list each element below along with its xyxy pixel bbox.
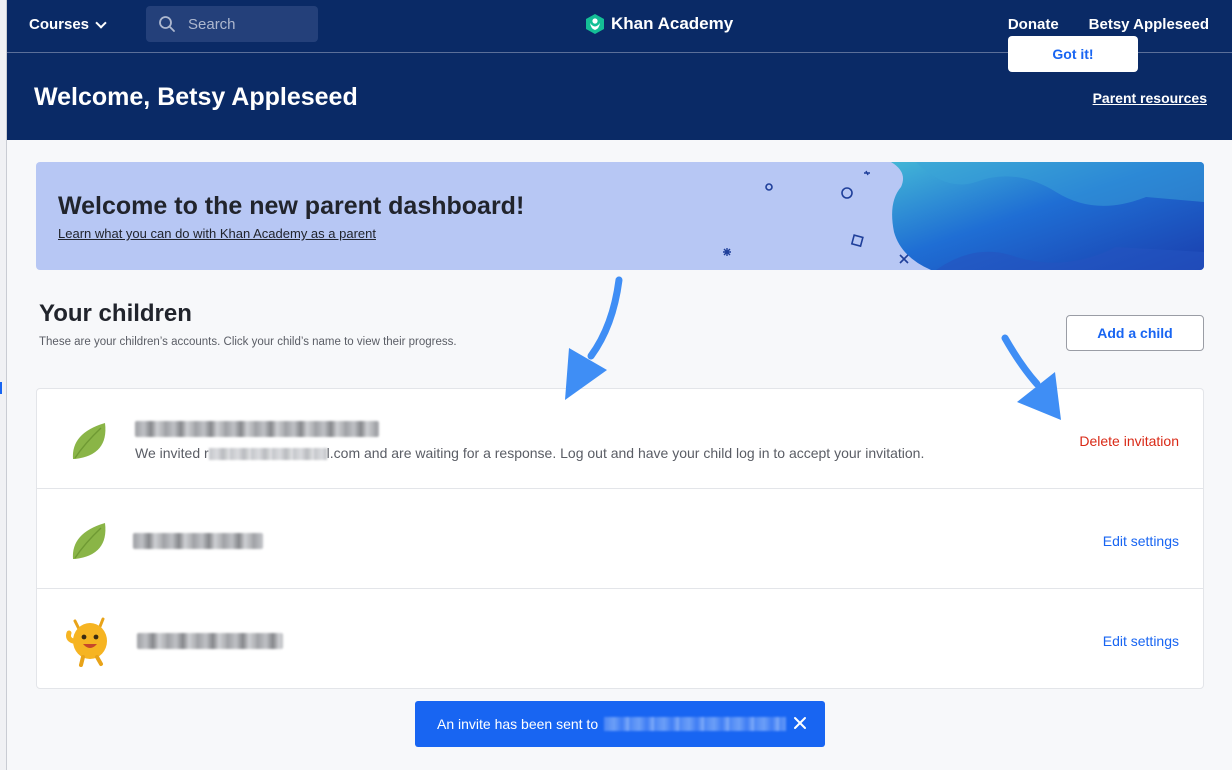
child-row[interactable]: Edit settings [37, 589, 1203, 689]
window-edge-marker [0, 382, 2, 394]
redacted-email [208, 448, 327, 461]
children-section-title: Your children [39, 300, 192, 327]
parent-resources-link[interactable]: Parent resources [1093, 90, 1207, 106]
banner-title: Welcome to the new parent dashboard! [58, 192, 525, 220]
children-section-subtitle: These are your children’s accounts. Clic… [39, 336, 457, 348]
chevron-down-icon [95, 16, 107, 29]
leaf-avatar-icon [72, 523, 106, 559]
search-icon [159, 16, 175, 32]
donate-link[interactable]: Donate [1008, 16, 1059, 33]
redacted-child-name [133, 533, 263, 549]
page-title: Welcome, Betsy Appleseed [34, 83, 358, 111]
search-input[interactable] [188, 15, 298, 33]
khan-academy-logo[interactable]: Khan Academy [585, 13, 733, 35]
courses-label: Courses [29, 16, 90, 33]
banner-illustration [723, 162, 1204, 270]
welcome-banner: Welcome to the new parent dashboard! Lea… [36, 162, 1204, 270]
courses-menu[interactable]: Courses [29, 16, 107, 33]
invite-message: We invited r l.com and are waiting for a … [135, 445, 924, 461]
logo-text: Khan Academy [611, 14, 734, 33]
toast-message: An invite has been sent to [437, 716, 599, 732]
add-child-button[interactable]: Add a child [1066, 315, 1204, 351]
redacted-email [604, 717, 787, 731]
invite-sent-toast: An invite has been sent to [415, 701, 825, 747]
leaf-avatar-icon [72, 423, 106, 459]
children-list: We invited r l.com and are waiting for a … [36, 388, 1204, 689]
edit-settings-link[interactable]: Edit settings [1103, 533, 1179, 549]
user-menu[interactable]: Betsy Appleseed [1089, 16, 1209, 33]
child-row[interactable]: Edit settings [37, 489, 1203, 589]
annotation-arrow-down-icon [565, 276, 623, 400]
invite-message-prefix: We invited r [135, 445, 209, 461]
close-icon[interactable] [791, 714, 809, 732]
redacted-child-name [135, 421, 379, 437]
app-frame: Courses Khan Academy Donate Betsy Apples… [6, 0, 1232, 770]
search-box[interactable] [146, 6, 318, 42]
delete-invitation-link[interactable]: Delete invitation [1079, 433, 1179, 449]
banner-learn-link[interactable]: Learn what you can do with Khan Academy … [58, 226, 376, 241]
redacted-child-name [137, 633, 283, 649]
annotation-arrow-down-right-icon [1001, 334, 1061, 420]
khan-academy-logo-icon [586, 14, 604, 34]
monster-avatar-icon [66, 617, 107, 667]
edit-settings-link[interactable]: Edit settings [1103, 633, 1179, 649]
invite-message-suffix: l.com and are waiting for a response. Lo… [326, 445, 925, 461]
got-it-button[interactable]: Got it! [1008, 36, 1138, 72]
